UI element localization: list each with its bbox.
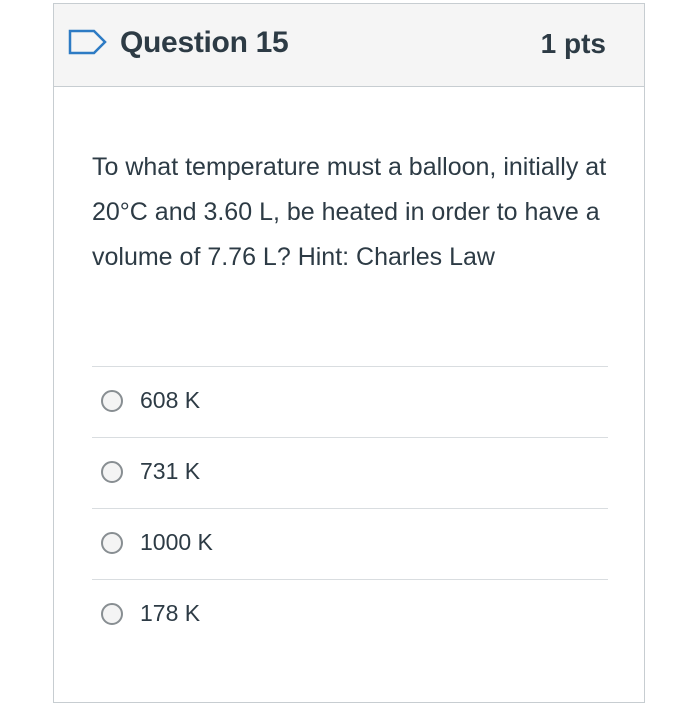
question-header: Question 15 1 pts <box>54 4 644 87</box>
question-text: To what temperature must a balloon, init… <box>92 153 607 271</box>
answer-label[interactable]: 178 K <box>140 600 200 627</box>
bookmark-flag-icon[interactable] <box>68 29 108 55</box>
radio-button[interactable] <box>101 532 123 554</box>
answer-option[interactable]: 178 K <box>92 579 608 650</box>
radio-button[interactable] <box>101 390 123 412</box>
answer-option[interactable]: 608 K <box>92 366 608 437</box>
answer-option[interactable]: 731 K <box>92 437 608 508</box>
answer-label[interactable]: 608 K <box>140 387 200 414</box>
answer-label[interactable]: 1000 K <box>140 529 213 556</box>
answer-option[interactable]: 1000 K <box>92 508 608 579</box>
radio-button[interactable] <box>101 461 123 483</box>
radio-button[interactable] <box>101 603 123 625</box>
question-card: Question 15 1 pts To what temperature mu… <box>53 3 645 703</box>
question-points: 1 pts <box>540 28 606 59</box>
answer-list: 608 K 731 K 1000 K 178 K <box>92 366 608 650</box>
question-title: Question 15 <box>120 26 289 59</box>
answer-label[interactable]: 731 K <box>140 458 200 485</box>
